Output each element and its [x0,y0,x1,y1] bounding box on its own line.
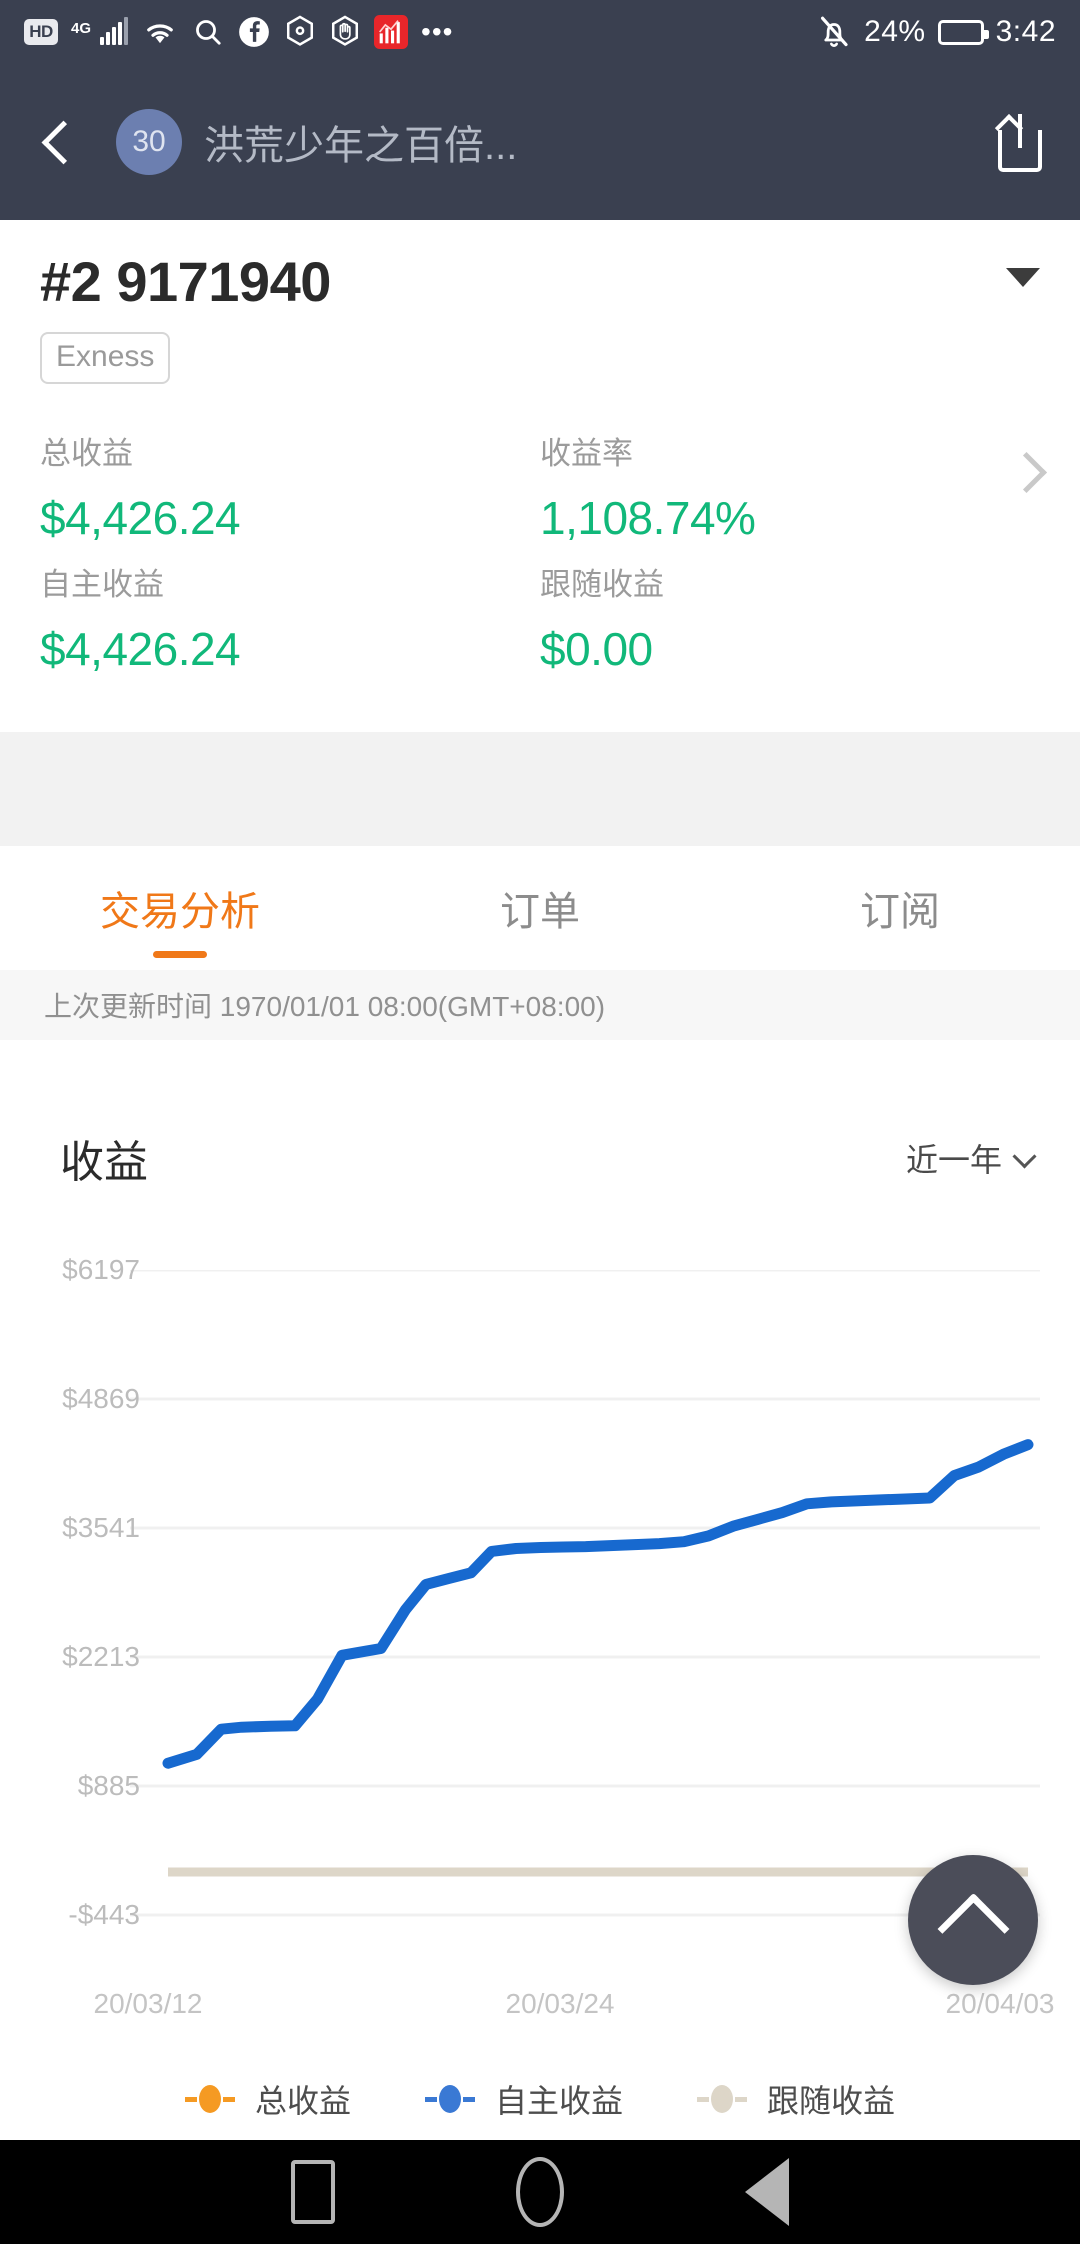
hexagon-dot-icon [284,15,316,49]
stat-value: 1,108.74% [540,492,756,544]
stat-label: 收益率 [540,436,633,471]
stats-grid: 总收益 $4,426.24 收益率 1,108.74% 自主收益 $4,426.… [0,428,1080,690]
mute-bell-icon [816,13,852,51]
legend-label: 自主收益 [494,2083,623,2119]
tab-orders[interactable]: 订单 [360,846,720,970]
tab-subscriptions[interactable]: 订阅 [720,846,1080,970]
series-line-self-profit [162,1439,1034,1769]
tab-trade-analysis[interactable]: 交易分析 [0,846,360,970]
stat-return-rate: 收益率 1,108.74% [540,428,1040,545]
y-axis-tick-label: $4869 [62,1383,140,1414]
stat-total-profit: 总收益 $4,426.24 [40,428,540,545]
account-header: #2 9171940 [0,254,1080,310]
app-screen: HD 4G ••• 24% 3:42 30 洪荒少年之百倍... #2 9171… [0,0,1080,2244]
chart-title: 收益 [60,1138,148,1187]
y-axis-tick-label: $6197 [62,1254,140,1285]
status-bar-clock: 3:42 [995,15,1056,48]
signal-strength-icon [100,17,129,45]
status-bar-right: 24% 3:42 [816,13,1056,51]
period-selector[interactable]: 近一年 [906,1135,1036,1181]
tab-active-underline [153,951,207,958]
chart-header: 收益 近一年 [0,1040,1080,1190]
profit-chart-plot [130,1270,1040,1917]
tab-bar: 交易分析 订单 订阅 [0,846,1080,970]
last-updated-text: 上次更新时间 1970/01/01 08:00(GMT+08:00) [0,970,1080,1040]
avatar[interactable]: 30 [116,109,182,175]
stat-label: 自主收益 [40,567,164,602]
facebook-icon [237,15,271,49]
account-card: #2 9171940 Exness 总收益 $4,426.24 收益率 1,10… [0,220,1080,732]
stock-app-icon [374,15,409,49]
stat-label: 总收益 [40,436,133,471]
chevron-down-icon [1016,1148,1036,1168]
legend-marker-icon [184,2085,241,2113]
back-chevron-icon[interactable] [34,119,80,165]
stat-value: $4,426.24 [40,492,241,544]
x-axis-tick-label: 20/03/12 [93,1988,203,2019]
account-id: #2 9171940 [40,250,331,313]
legend-item-follow-profit[interactable]: 跟随收益 [697,2076,895,2122]
search-icon [192,16,224,48]
wifi-icon [141,17,179,47]
more-dots-icon: ••• [421,16,454,48]
stat-follow-profit: 跟随收益 $0.00 [540,559,1040,676]
status-bar: HD 4G ••• 24% 3:42 [0,0,1080,64]
chart-gridlines [130,1270,1040,1917]
legend-marker-icon [424,2085,481,2113]
signal-bars-icon: 4G [71,17,129,45]
chart-legend: 总收益 自主收益 跟随收益 [0,2058,1080,2140]
stat-value: $0.00 [540,623,653,675]
chart-y-axis: -$443 $885 $2213 $3541 $4869 $6197 [0,1254,140,1970]
hd-icon: HD [24,19,58,45]
caret-down-icon[interactable] [1006,268,1040,287]
y-axis-tick-label: -$443 [68,1899,140,1930]
network-4g-icon: 4G [71,20,92,37]
legend-item-total-profit[interactable]: 总收益 [184,2076,351,2122]
tab-label: 订单 [500,890,580,934]
status-bar-left: HD 4G ••• [24,15,816,49]
status-badge: Exness [40,332,171,384]
back-triangle-icon[interactable] [745,2158,790,2226]
y-axis-tick-label: $885 [77,1770,140,1801]
tab-label: 订阅 [860,890,940,934]
section-divider [0,818,1080,846]
legend-marker-icon [697,2085,753,2113]
x-axis-tick-label: 20/03/24 [505,1988,615,2019]
share-icon[interactable] [994,112,1046,172]
y-axis-tick-label: $3541 [62,1512,140,1543]
y-axis-tick-label: $2213 [62,1641,140,1672]
period-label: 近一年 [905,1142,1002,1178]
x-axis-tick-label: 20/04/03 [945,1988,1055,2019]
app-nav-bar: 30 洪荒少年之百倍... [0,64,1080,220]
stat-value: $4,426.24 [40,623,241,675]
stat-self-profit: 自主收益 $4,426.24 [40,559,540,676]
android-navigation-bar [0,2140,1080,2244]
legend-item-self-profit[interactable]: 自主收益 [424,2076,623,2122]
tab-label: 交易分析 [100,890,260,934]
stat-label: 跟随收益 [540,567,664,602]
page-title: 洪荒少年之百倍... [204,124,518,168]
scroll-to-top-button[interactable] [908,1855,1038,1985]
battery-icon [937,19,989,45]
recents-square-icon[interactable] [290,2160,335,2224]
home-circle-icon[interactable] [515,2157,564,2227]
legend-label: 跟随收益 [767,2083,896,2119]
legend-label: 总收益 [254,2083,351,2119]
battery-percent: 24% [864,15,926,48]
chevron-right-icon[interactable] [1008,454,1042,488]
hand-icon [329,15,361,49]
